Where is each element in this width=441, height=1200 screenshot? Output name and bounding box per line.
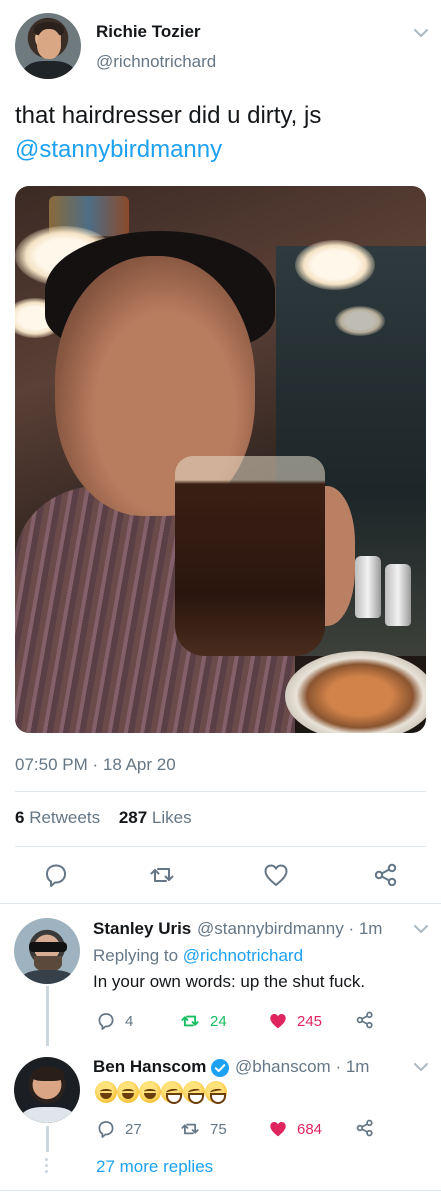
- retweet-action[interactable]: 75: [178, 1118, 227, 1140]
- share-icon[interactable]: [371, 860, 401, 890]
- emoji-rofl-icon: [183, 1081, 205, 1104]
- retweet-count: 75: [210, 1120, 227, 1138]
- photo-shaker: [355, 556, 381, 618]
- retweets-count[interactable]: 6: [15, 808, 24, 827]
- retweets-label[interactable]: Retweets: [29, 808, 100, 827]
- photo-plate: [285, 651, 426, 733]
- avatar-shirt: [22, 970, 74, 984]
- likes-count[interactable]: 287: [119, 808, 147, 827]
- photo-lamp: [335, 306, 385, 336]
- verified-icon: [210, 1058, 230, 1078]
- photo-lamp: [295, 240, 375, 290]
- retweet-count: 24: [210, 1012, 227, 1030]
- avatar-hair: [32, 1067, 64, 1081]
- tweet-text: that hairdresser did u dirty, js @stanny…: [15, 99, 425, 167]
- reply-author-name[interactable]: Ben Hanscom: [93, 1057, 206, 1077]
- likes-label[interactable]: Likes: [152, 808, 192, 827]
- emoji-rofl-icon: [205, 1081, 227, 1104]
- thread-line: [46, 986, 49, 1046]
- reply-action[interactable]: 27: [95, 1118, 142, 1140]
- emoji-joy-icon: [117, 1081, 139, 1103]
- mention-link[interactable]: @stannybirdmanny: [15, 133, 425, 167]
- avatar-glasses: [29, 942, 67, 952]
- more-replies-link[interactable]: 27 more replies: [96, 1157, 213, 1177]
- replying-prefix: Replying to: [93, 946, 179, 965]
- reply-time: · 1m: [335, 1057, 370, 1076]
- tweet-photo[interactable]: [15, 186, 426, 733]
- like-count: 684: [297, 1120, 323, 1138]
- section-separator: [0, 1190, 441, 1191]
- share-icon[interactable]: [354, 1009, 384, 1031]
- share-icon[interactable]: [354, 1117, 384, 1139]
- like-action[interactable]: 245: [267, 1010, 322, 1032]
- replying-to: Replying to @richnotrichard: [93, 946, 303, 966]
- reply-handle[interactable]: @stannybirdmanny: [197, 919, 344, 938]
- divider: [15, 791, 426, 792]
- tweet-body: that hairdresser did u dirty, js: [15, 102, 322, 129]
- thread-line: [46, 1126, 49, 1152]
- chevron-down-icon[interactable]: [412, 24, 430, 42]
- emoji-joy-icon: [95, 1081, 117, 1103]
- retweet-icon[interactable]: [147, 860, 177, 890]
- heart-icon[interactable]: [261, 860, 291, 890]
- photo-shaker: [385, 564, 411, 626]
- reply-author-name[interactable]: Stanley Uris: [93, 919, 191, 939]
- chevron-down-icon[interactable]: [412, 1058, 430, 1076]
- thread-dots: [45, 1158, 49, 1176]
- author-handle[interactable]: @richnotrichard: [96, 52, 216, 72]
- photo-glass: [175, 456, 325, 656]
- emoji-rofl-icon: [161, 1081, 183, 1104]
- author-avatar[interactable]: [15, 13, 81, 79]
- reply-avatar[interactable]: [14, 1057, 80, 1123]
- like-action[interactable]: 684: [267, 1118, 322, 1140]
- replying-to-link[interactable]: @richnotrichard: [183, 946, 303, 965]
- tweet-stats: 6 Retweets 287 Likes: [15, 808, 192, 828]
- chevron-down-icon[interactable]: [412, 920, 430, 938]
- reply-author-handle[interactable]: @stannybirdmanny · 1m: [197, 919, 382, 939]
- tweet-timestamp: 07:50 PM · 18 Apr 20: [15, 755, 176, 774]
- avatar-shirt: [22, 1107, 74, 1123]
- author-name[interactable]: Richie Tozier: [96, 22, 201, 42]
- retweet-action[interactable]: 24: [178, 1010, 227, 1032]
- reply-avatar[interactable]: [14, 918, 80, 984]
- avatar-shirt: [23, 61, 75, 79]
- reply-time: · 1m: [348, 919, 383, 938]
- reply-handle[interactable]: @bhanscom: [235, 1057, 331, 1076]
- reply-count: 27: [125, 1120, 142, 1138]
- reply-author-handle[interactable]: @bhanscom · 1m: [235, 1057, 369, 1077]
- reply-icon[interactable]: [41, 860, 71, 890]
- section-separator: [0, 903, 441, 904]
- reply-text: In your own words: up the shut fuck.: [93, 972, 366, 991]
- avatar-face: [37, 29, 61, 59]
- reply-count: 4: [125, 1012, 134, 1030]
- divider: [15, 846, 426, 847]
- reply-text: [95, 1081, 227, 1105]
- like-count: 245: [297, 1012, 323, 1030]
- emoji-joy-icon: [139, 1081, 161, 1103]
- reply-action[interactable]: 4: [95, 1010, 133, 1032]
